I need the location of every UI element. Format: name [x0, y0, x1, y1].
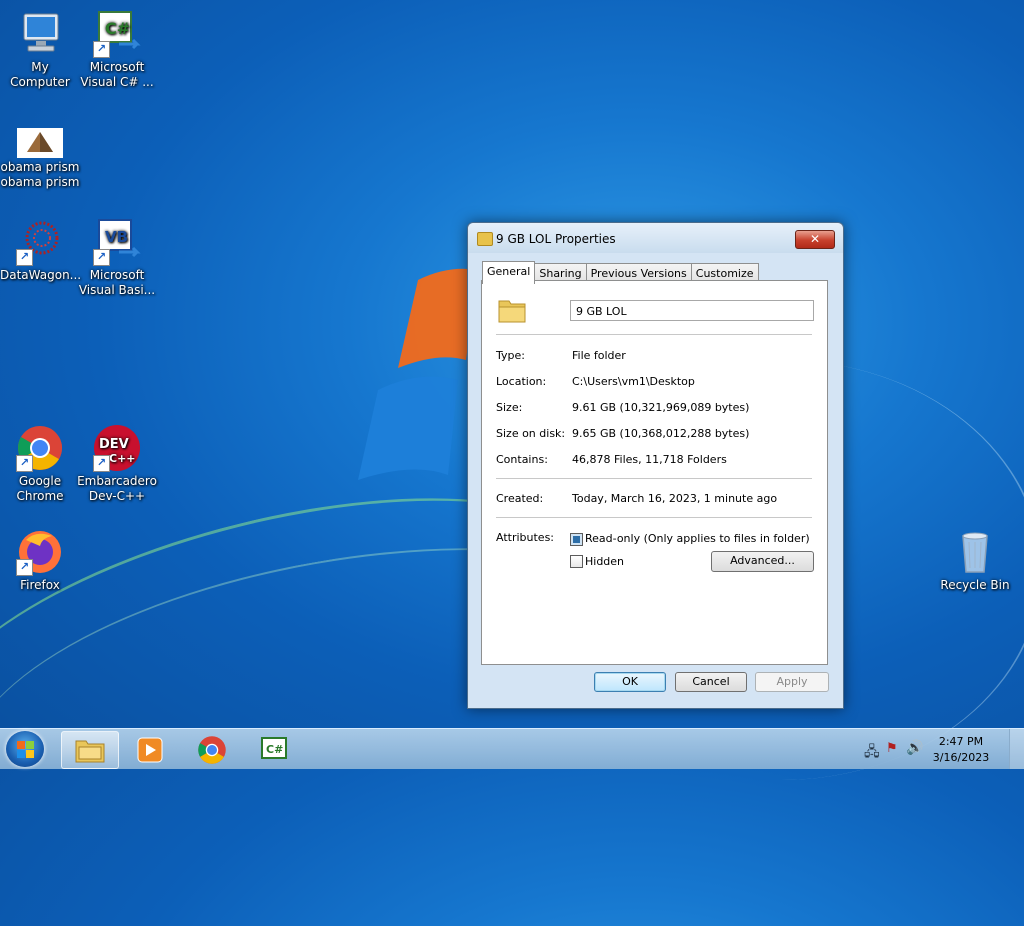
tab-general[interactable]: General — [482, 261, 536, 284]
hidden-checkbox[interactable] — [570, 555, 583, 568]
start-button[interactable] — [6, 731, 44, 767]
shortcut-arrow-icon: ↗ — [16, 455, 33, 472]
folder-icon — [477, 232, 493, 246]
shortcut-arrow-icon: ↗ — [93, 455, 110, 472]
taskbar-item-explorer[interactable] — [61, 731, 119, 769]
volume-icon[interactable]: 🔊 — [906, 740, 923, 756]
taskbar-item-chrome[interactable] — [184, 731, 240, 767]
field-label: Created: — [496, 492, 544, 505]
clock[interactable]: 2:47 PM 3/16/2023 — [926, 734, 996, 766]
field-value: 9.61 GB (10,321,969,089 bytes) — [572, 401, 750, 414]
readonly-checkbox[interactable] — [570, 533, 583, 546]
field-value: Today, March 16, 2023, 1 minute ago — [572, 492, 778, 505]
desktop-icon-dev-cpp[interactable]: DEV C++ ↗ Embarcadero Dev-C++ — [77, 424, 157, 504]
system-tray: 🖧 ⚑ 🔊 2:47 PM 3/16/2023 — [854, 729, 1024, 769]
chrome-icon — [198, 736, 226, 764]
desktop-icon-google-chrome[interactable]: ↗ Google Chrome — [0, 424, 80, 504]
clock-time: 2:47 PM — [938, 735, 984, 748]
recycle-bin-icon — [951, 528, 999, 576]
properties-dialog: 9 GB LOL Properties ✕ General Sharing Prev… — [467, 222, 844, 709]
field-value: 46,878 Files, 11,718 Folders — [572, 453, 727, 466]
desktop-icon-my-computer[interactable]: My Computer — [0, 10, 80, 90]
field-label: Attributes: — [496, 531, 555, 544]
svg-text:C++: C++ — [109, 452, 136, 465]
dialog-title: 9 GB LOL Properties — [496, 232, 616, 246]
shortcut-arrow-icon: ↗ — [93, 41, 110, 58]
taskbar-item-media-player[interactable] — [122, 731, 178, 767]
desktop-icon-label: My Computer — [10, 60, 70, 89]
taskbar-item-visual-csharp[interactable]: C# — [246, 731, 302, 767]
ok-button[interactable]: OK — [594, 672, 666, 692]
folder-name-field[interactable]: 9 GB LOL — [570, 300, 814, 321]
desktop-icon-datawagon[interactable]: ↗ DataWagon... — [0, 218, 82, 283]
dev-cpp-icon: DEV C++ ↗ — [93, 424, 141, 472]
desktop-icon-firefox[interactable]: ↗ Firefox — [0, 528, 80, 593]
readonly-label[interactable]: Read-only (Only applies to files in fold… — [585, 532, 810, 545]
shortcut-arrow-icon: ↗ — [16, 559, 33, 576]
desktop-icon-label: Microsoft Visual Basi... — [78, 268, 156, 297]
field-value: C:\Users\vm1\Desktop — [572, 375, 695, 388]
desktop-icon-label: Embarcadero Dev-C++ — [77, 474, 157, 503]
field-label: Size: — [496, 401, 523, 414]
general-tab-panel: 9 GB LOL Type: File folder Location: C:\… — [481, 280, 828, 665]
advanced-button[interactable]: Advanced... — [711, 551, 814, 572]
clock-date: 3/16/2023 — [932, 751, 990, 764]
desktop-icon-recycle-bin[interactable]: Recycle Bin — [935, 528, 1015, 593]
visual-basic-icon: VB ↗ — [93, 218, 141, 266]
svg-text:VB: VB — [105, 228, 128, 246]
divider — [496, 478, 812, 479]
svg-text:C#: C# — [266, 743, 283, 756]
firefox-icon: ↗ — [16, 528, 64, 576]
desktop-icon-visual-csharp[interactable]: C# ↗ Microsoft Visual C# ... — [77, 10, 157, 90]
chrome-icon: ↗ — [16, 424, 64, 472]
folder-icon — [75, 740, 105, 763]
computer-icon — [16, 10, 64, 58]
desktop-icon-label: Microsoft Visual C# ... — [80, 60, 154, 89]
field-label: Size on disk: — [496, 427, 566, 440]
folder-icon — [498, 300, 526, 323]
network-icon[interactable]: 🖧 — [864, 741, 880, 765]
field-value: 9.65 GB (10,368,012,288 bytes) — [572, 427, 750, 440]
taskbar: C# 🖧 ⚑ 🔊 2:47 PM 3/16/2023 — [0, 728, 1024, 769]
csharp-icon: C# ↗ — [93, 10, 141, 58]
desktop-icon-label: Recycle Bin — [940, 578, 1010, 592]
shortcut-arrow-icon: ↗ — [16, 249, 33, 266]
cancel-button[interactable]: Cancel — [675, 672, 747, 692]
field-label: Type: — [496, 349, 525, 362]
svg-text:DEV: DEV — [99, 437, 129, 452]
tab-strip: General Sharing Previous Versions Customize — [482, 260, 759, 284]
desktop-icon-label: Google Chrome — [16, 474, 64, 503]
windows-logo-icon — [17, 741, 25, 749]
svg-text:C#: C# — [105, 19, 130, 38]
hidden-label[interactable]: Hidden — [585, 555, 624, 568]
desktop-icon-label: Firefox — [20, 578, 60, 592]
shortcut-arrow-icon: ↗ — [93, 249, 110, 266]
dialog-titlebar[interactable]: 9 GB LOL Properties ✕ — [468, 223, 843, 253]
field-label: Location: — [496, 375, 547, 388]
desktop-icon-label: obama prism obama prism — [0, 160, 80, 189]
csharp-icon: C# — [261, 737, 287, 759]
close-button[interactable]: ✕ — [795, 230, 835, 249]
show-desktop-button[interactable] — [1009, 729, 1024, 769]
datawagon-icon: ↗ — [16, 218, 64, 266]
field-value: File folder — [572, 349, 626, 362]
divider — [496, 517, 812, 518]
desktop-icon-label: DataWagon... — [0, 268, 82, 282]
desktop-icon-visual-basic[interactable]: VB ↗ Microsoft Visual Basi... — [77, 218, 157, 298]
desktop-icon-obama-prism[interactable]: obama prism obama prism — [0, 128, 80, 190]
divider — [496, 334, 812, 335]
media-player-icon — [137, 737, 163, 763]
field-label: Contains: — [496, 453, 548, 466]
apply-button[interactable]: Apply — [755, 672, 829, 692]
action-center-flag-icon[interactable]: ⚑ — [886, 741, 898, 756]
pyramid-image-icon — [17, 128, 63, 158]
